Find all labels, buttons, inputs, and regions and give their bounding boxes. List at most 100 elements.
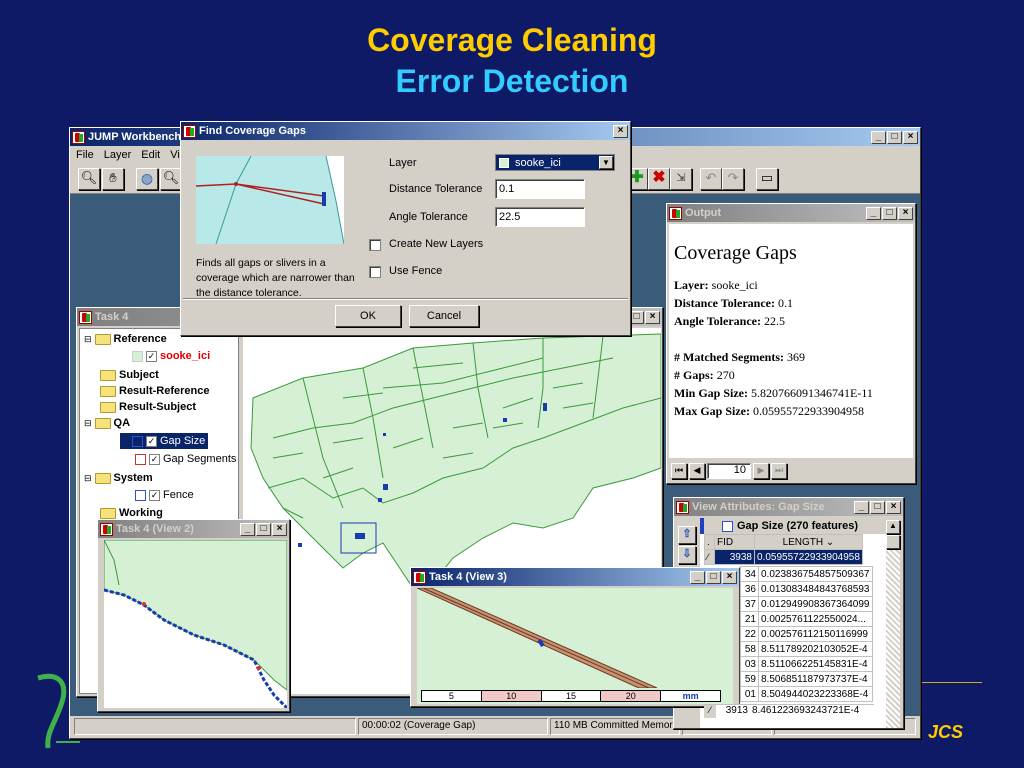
redo-button[interactable]: ↷ (722, 168, 744, 190)
tree-qa[interactable]: ⊟ QA (84, 417, 130, 429)
table-row[interactable]: 01 8.504944023223368E-4 (740, 686, 873, 702)
col-dot-header[interactable]: . (704, 534, 715, 550)
create-new-layers-checkbox[interactable] (369, 239, 381, 251)
use-fence-checkbox[interactable] (369, 266, 381, 278)
prev-page-button[interactable]: ◀ (689, 463, 705, 479)
menu-layer[interactable]: Layer (104, 149, 132, 161)
view3-maximize-button[interactable]: □ (706, 570, 721, 584)
slide-subtitle: Error Detection (395, 63, 629, 99)
output-minimize-button[interactable]: _ (866, 206, 881, 220)
window-icon: ▭ (760, 170, 774, 185)
window-button[interactable]: ▭ (756, 168, 778, 190)
tree-system[interactable]: ⊟ System (84, 472, 153, 484)
close-button[interactable]: × (903, 130, 918, 144)
view3-close-button[interactable]: × (722, 570, 737, 584)
view2-minimize-button[interactable]: _ (240, 522, 255, 536)
visible-checkbox[interactable]: ✓ (146, 350, 157, 362)
task4-close-button[interactable]: × (645, 310, 660, 324)
view2-titlebar[interactable]: Task 4 (View 2) _ □ × (98, 520, 289, 538)
visible-checkbox[interactable]: ✓ (149, 453, 160, 465)
move-up-button[interactable]: ⇧ (678, 526, 696, 544)
view3-titlebar[interactable]: Task 4 (View 3) _ □ × (411, 568, 739, 586)
menu-file[interactable]: File (76, 149, 94, 161)
scale-segment: 15 (541, 691, 602, 701)
zoom-extent-button[interactable]: 🔍︎ (160, 168, 182, 190)
col-fid-header[interactable]: FID (714, 534, 755, 550)
tree-subject[interactable]: Subject (100, 369, 159, 381)
output-titlebar[interactable]: Output _ □ × (667, 204, 915, 222)
visible-checkbox[interactable]: ✓ (149, 489, 160, 501)
folder-icon (100, 385, 116, 397)
next-page-button[interactable]: ▶ (753, 463, 769, 479)
scroll-thumb[interactable] (886, 535, 900, 549)
distance-tolerance-input[interactable] (495, 179, 585, 199)
layer-label: Layer (389, 157, 417, 169)
zoom-tool-button[interactable]: 🔍︎ (78, 168, 100, 190)
output-title: Output (685, 207, 722, 219)
page-number[interactable]: 10 (707, 463, 751, 479)
attributes-minimize-button[interactable]: _ (854, 500, 869, 514)
move-down-button[interactable]: ⇩ (678, 546, 696, 564)
attributes-titlebar[interactable]: View Attributes: Gap Size _ □ × (674, 498, 903, 516)
tree-working[interactable]: Working (100, 507, 163, 519)
view3-map[interactable]: 5 10 15 20 mm (417, 588, 733, 704)
ok-button[interactable]: OK (335, 305, 401, 327)
tree-gap-segments[interactable]: ✓ Gap Segments (135, 453, 236, 465)
gap-illustration (196, 156, 344, 244)
view2-maximize-button[interactable]: □ (256, 522, 271, 536)
tree-sooke-layer[interactable]: ✓ sooke_ici (132, 350, 210, 362)
tree-fence[interactable]: ✓ Fence (135, 489, 194, 501)
table-row[interactable]: 36 0.013083484843768593 (740, 581, 873, 597)
layer-swatch (499, 158, 509, 168)
dialog-close-button[interactable]: × (613, 124, 628, 138)
collapse-button[interactable]: ⇲ (670, 168, 692, 190)
find-coverage-gaps-dialog: Find Coverage Gaps × Finds all gaps or s… (180, 121, 631, 336)
scroll-up-button[interactable]: ▲ (886, 520, 900, 534)
visible-checkbox[interactable]: ✓ (146, 435, 157, 447)
col-length-header[interactable]: LENGTH ⌄ (754, 534, 863, 550)
chevron-down-icon[interactable]: ▼ (599, 156, 613, 169)
attributes-scrollbar[interactable]: ▲ (886, 520, 900, 728)
table-row[interactable]: 58 8.511789202103052E-4 (740, 641, 873, 657)
view3-window: Task 4 (View 3) _ □ × 5 10 15 20 mm (410, 567, 740, 707)
view2-map[interactable] (104, 540, 287, 708)
menu-view[interactable]: Vi (170, 149, 180, 161)
table-row[interactable]: 59 8.506851187973737E-4 (740, 671, 873, 687)
layer-style-icon (722, 520, 733, 532)
dialog-titlebar[interactable]: Find Coverage Gaps × (181, 122, 630, 140)
globe-tool-button[interactable]: ◍ (136, 168, 158, 190)
menu-edit[interactable]: Edit (141, 149, 160, 161)
first-page-button[interactable]: ⏮ (671, 463, 687, 479)
delete-feature-button[interactable]: ✖ (648, 168, 670, 190)
angle-tolerance-label: Angle Tolerance (389, 211, 468, 223)
folder-icon (100, 369, 116, 381)
arrows-in-icon: ⇲ (676, 172, 686, 184)
view2-close-button[interactable]: × (272, 522, 287, 536)
attributes-last-row[interactable]: ⁄ 3913 8.461223693243721E-4 (704, 704, 874, 718)
task4-maximize-button[interactable]: □ (629, 310, 644, 324)
undo-button[interactable]: ↶ (700, 168, 722, 190)
attributes-maximize-button[interactable]: □ (870, 500, 885, 514)
tree-result-subject[interactable]: Result-Subject (100, 401, 196, 413)
table-row[interactable]: ⁄ 3938 0.05955722933904958 (704, 549, 863, 565)
layer-select[interactable]: sooke_ici ▼ (495, 154, 615, 171)
output-maximize-button[interactable]: □ (882, 206, 897, 220)
pan-tool-button[interactable]: ✋︎ (102, 168, 124, 190)
table-row[interactable]: 37 0.012949908367364099 (740, 596, 873, 612)
attributes-close-button[interactable]: × (886, 500, 901, 514)
tree-reference[interactable]: ⊟ Reference (84, 333, 167, 345)
angle-tolerance-input[interactable] (495, 207, 585, 227)
output-close-button[interactable]: × (898, 206, 913, 220)
last-page-button[interactable]: ⏭ (771, 463, 787, 479)
table-row[interactable]: 21 0.0025761122550024... (740, 611, 873, 627)
table-row[interactable]: 34 0.023836754857509367 (740, 566, 873, 582)
tree-result-reference[interactable]: Result-Reference (100, 385, 209, 397)
tree-gap-size[interactable]: ✓ Gap Size (120, 433, 209, 449)
table-row[interactable]: 22 0.002576112150116999 (740, 626, 873, 642)
view3-minimize-button[interactable]: _ (690, 570, 705, 584)
maximize-button[interactable]: □ (887, 130, 902, 144)
cancel-button[interactable]: Cancel (409, 305, 479, 327)
table-row[interactable]: 03 8.511066225145831E-4 (740, 656, 873, 672)
workbench-title: JUMP Workbench (88, 131, 182, 143)
minimize-button[interactable]: _ (871, 130, 886, 144)
